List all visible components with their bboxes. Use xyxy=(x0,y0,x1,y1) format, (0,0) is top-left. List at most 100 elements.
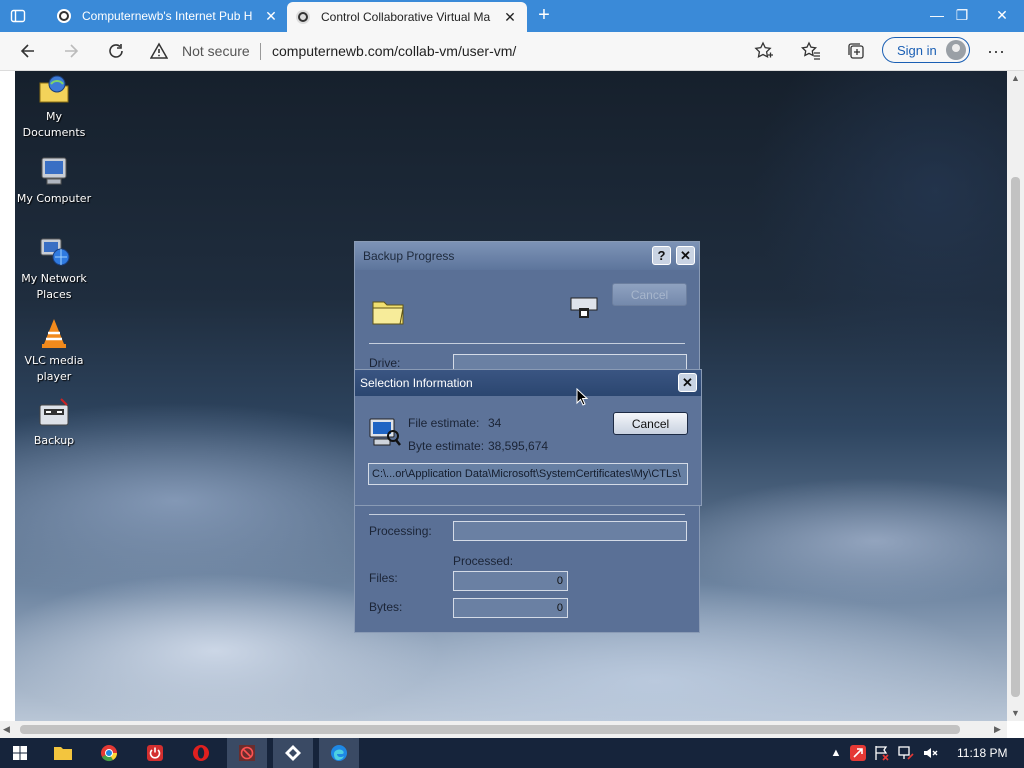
window-close-icon[interactable]: ✕ xyxy=(986,0,1018,30)
desktop-icon-my-documents[interactable]: My Documents xyxy=(15,73,93,141)
my-computer-icon xyxy=(37,155,71,189)
desktop-icon-network-places[interactable]: My Network Places xyxy=(15,235,93,303)
taskbar: ▲ 11:18 PM xyxy=(0,738,1024,768)
vertical-scrollbar[interactable]: ▲ ▼ xyxy=(1007,71,1024,721)
chrome-icon[interactable] xyxy=(89,738,129,768)
sign-in-label: Sign in xyxy=(897,43,937,58)
scroll-left-icon[interactable]: ◀ xyxy=(3,724,10,735)
power-app-icon[interactable] xyxy=(135,738,175,768)
security-status: Not secure xyxy=(182,43,250,59)
desktop-icon-label: Places xyxy=(36,288,72,301)
processed-label: Processed: xyxy=(453,554,514,568)
scroll-right-icon[interactable]: ▶ xyxy=(994,724,1001,735)
tab-close-icon[interactable]: ✕ xyxy=(501,8,519,26)
diamond-app-icon[interactable] xyxy=(273,738,313,768)
tray-app-icon[interactable] xyxy=(850,745,866,761)
new-tab-plus-icon[interactable]: + xyxy=(533,4,555,26)
computer-search-icon xyxy=(369,418,401,446)
current-path-field: C:\...or\Application Data\Microsoft\Syst… xyxy=(368,463,688,485)
close-icon[interactable]: ✕ xyxy=(678,373,697,392)
tray-chevron-icon[interactable]: ▲ xyxy=(828,745,844,761)
clock[interactable]: 11:18 PM xyxy=(957,746,1007,760)
drive-label: Drive: xyxy=(369,356,401,370)
tray-volume-muted-icon[interactable] xyxy=(922,745,938,761)
tab-title: Control Collaborative Virtual Ma xyxy=(321,10,491,24)
scroll-thumb[interactable] xyxy=(20,725,960,734)
warning-triangle-icon[interactable] xyxy=(150,42,168,60)
restore-icon[interactable]: ❐ xyxy=(946,0,978,30)
cancel-label: Cancel xyxy=(631,416,670,431)
edge-icon[interactable] xyxy=(319,738,359,768)
divider xyxy=(369,343,685,344)
desktop-icon-backup[interactable]: Backup xyxy=(15,397,93,449)
desktop-icon-label: My Computer xyxy=(16,192,92,205)
file-estimate-value: 34 xyxy=(488,416,502,430)
favorites-icon[interactable] xyxy=(799,39,823,63)
bytes-processed-value: 0 xyxy=(556,602,563,614)
computernewb-favicon-icon xyxy=(57,9,71,23)
sign-in-button[interactable]: Sign in xyxy=(882,37,970,63)
files-label: Files: xyxy=(369,571,398,585)
file-explorer-icon[interactable] xyxy=(43,738,83,768)
cancel-label: Cancel xyxy=(630,287,669,302)
tab-close-icon[interactable]: ✕ xyxy=(262,7,280,25)
start-windows-icon[interactable] xyxy=(0,738,40,768)
address-bar[interactable]: Not secure computernewb.com/collab-vm/us… xyxy=(144,37,784,65)
vm-desktop[interactable]: My Documents My Computer My Network Plac… xyxy=(15,71,1007,721)
blocked-app-icon[interactable] xyxy=(227,738,267,768)
back-arrow-icon[interactable] xyxy=(16,39,40,63)
desktop-icon-label: My Network xyxy=(21,272,87,285)
dialog-title: Selection Information xyxy=(360,376,473,390)
horizontal-scrollbar[interactable]: ◀ ▶ xyxy=(0,721,1007,738)
folder-icon xyxy=(372,301,404,325)
backup-icon xyxy=(37,397,71,431)
help-icon[interactable]: ? xyxy=(652,246,671,265)
add-favorite-icon[interactable] xyxy=(752,39,776,63)
scroll-down-icon[interactable]: ▼ xyxy=(1011,708,1020,718)
scroll-thumb[interactable] xyxy=(1011,177,1020,697)
window-title: Backup Progress xyxy=(363,249,455,263)
avatar xyxy=(946,40,966,60)
tab-collab-vm[interactable]: Control Collaborative Virtual Ma ✕ xyxy=(287,2,527,32)
files-processed-value: 0 xyxy=(556,575,563,587)
tab-actions-icon[interactable] xyxy=(8,6,28,26)
opera-icon[interactable] xyxy=(181,738,221,768)
tab-computernewb-pub[interactable]: Computernewb's Internet Pub H ✕ xyxy=(48,0,288,32)
mouse-cursor-icon xyxy=(576,388,588,406)
separator xyxy=(260,43,261,60)
refresh-icon[interactable] xyxy=(104,39,128,63)
forward-arrow-icon[interactable] xyxy=(59,39,83,63)
bytes-processed-field: 0 xyxy=(453,598,568,618)
byte-estimate-label: Byte estimate: xyxy=(408,439,485,453)
close-icon[interactable]: ✕ xyxy=(676,246,695,265)
cancel-button[interactable]: Cancel xyxy=(612,283,687,306)
desktop-icon-label: My xyxy=(45,110,62,123)
tray-network-icon[interactable] xyxy=(898,745,914,761)
processing-label: Processing: xyxy=(369,524,432,538)
processing-field xyxy=(453,521,687,541)
scroll-up-icon[interactable]: ▲ xyxy=(1011,73,1020,83)
desktop-icon-label: player xyxy=(36,370,72,383)
cancel-button[interactable]: Cancel xyxy=(613,412,688,435)
address-toolbar: Not secure computernewb.com/collab-vm/us… xyxy=(0,32,1024,71)
byte-estimate-value: 38,595,674 xyxy=(488,439,549,453)
more-options-icon[interactable]: ··· xyxy=(984,39,1008,63)
vlc-icon xyxy=(37,317,71,351)
my-documents-icon xyxy=(37,73,71,107)
url-text[interactable]: computernewb.com/collab-vm/user-vm/ xyxy=(272,43,516,59)
network-places-icon xyxy=(37,235,71,269)
backup-progress-titlebar[interactable]: Backup Progress ? ✕ xyxy=(355,242,699,270)
page-viewport: My Documents My Computer My Network Plac… xyxy=(0,71,1024,741)
selection-information-dialog[interactable]: Selection Information ✕ File estimate: 3… xyxy=(354,369,702,506)
desktop-icon-label: Documents xyxy=(22,126,86,139)
desktop-icon-label: Backup xyxy=(33,434,75,447)
desktop-icon-my-computer[interactable]: My Computer xyxy=(15,155,93,207)
divider xyxy=(369,514,685,515)
desktop-icon-vlc[interactable]: VLC media player xyxy=(15,317,93,385)
tray-flag-icon[interactable] xyxy=(874,745,890,761)
computernewb-favicon-icon xyxy=(296,10,310,24)
tab-title: Computernewb's Internet Pub H xyxy=(82,9,253,23)
selection-information-titlebar[interactable]: Selection Information ✕ xyxy=(355,370,701,396)
collections-icon[interactable] xyxy=(844,39,868,63)
file-estimate-label: File estimate: xyxy=(408,416,480,430)
